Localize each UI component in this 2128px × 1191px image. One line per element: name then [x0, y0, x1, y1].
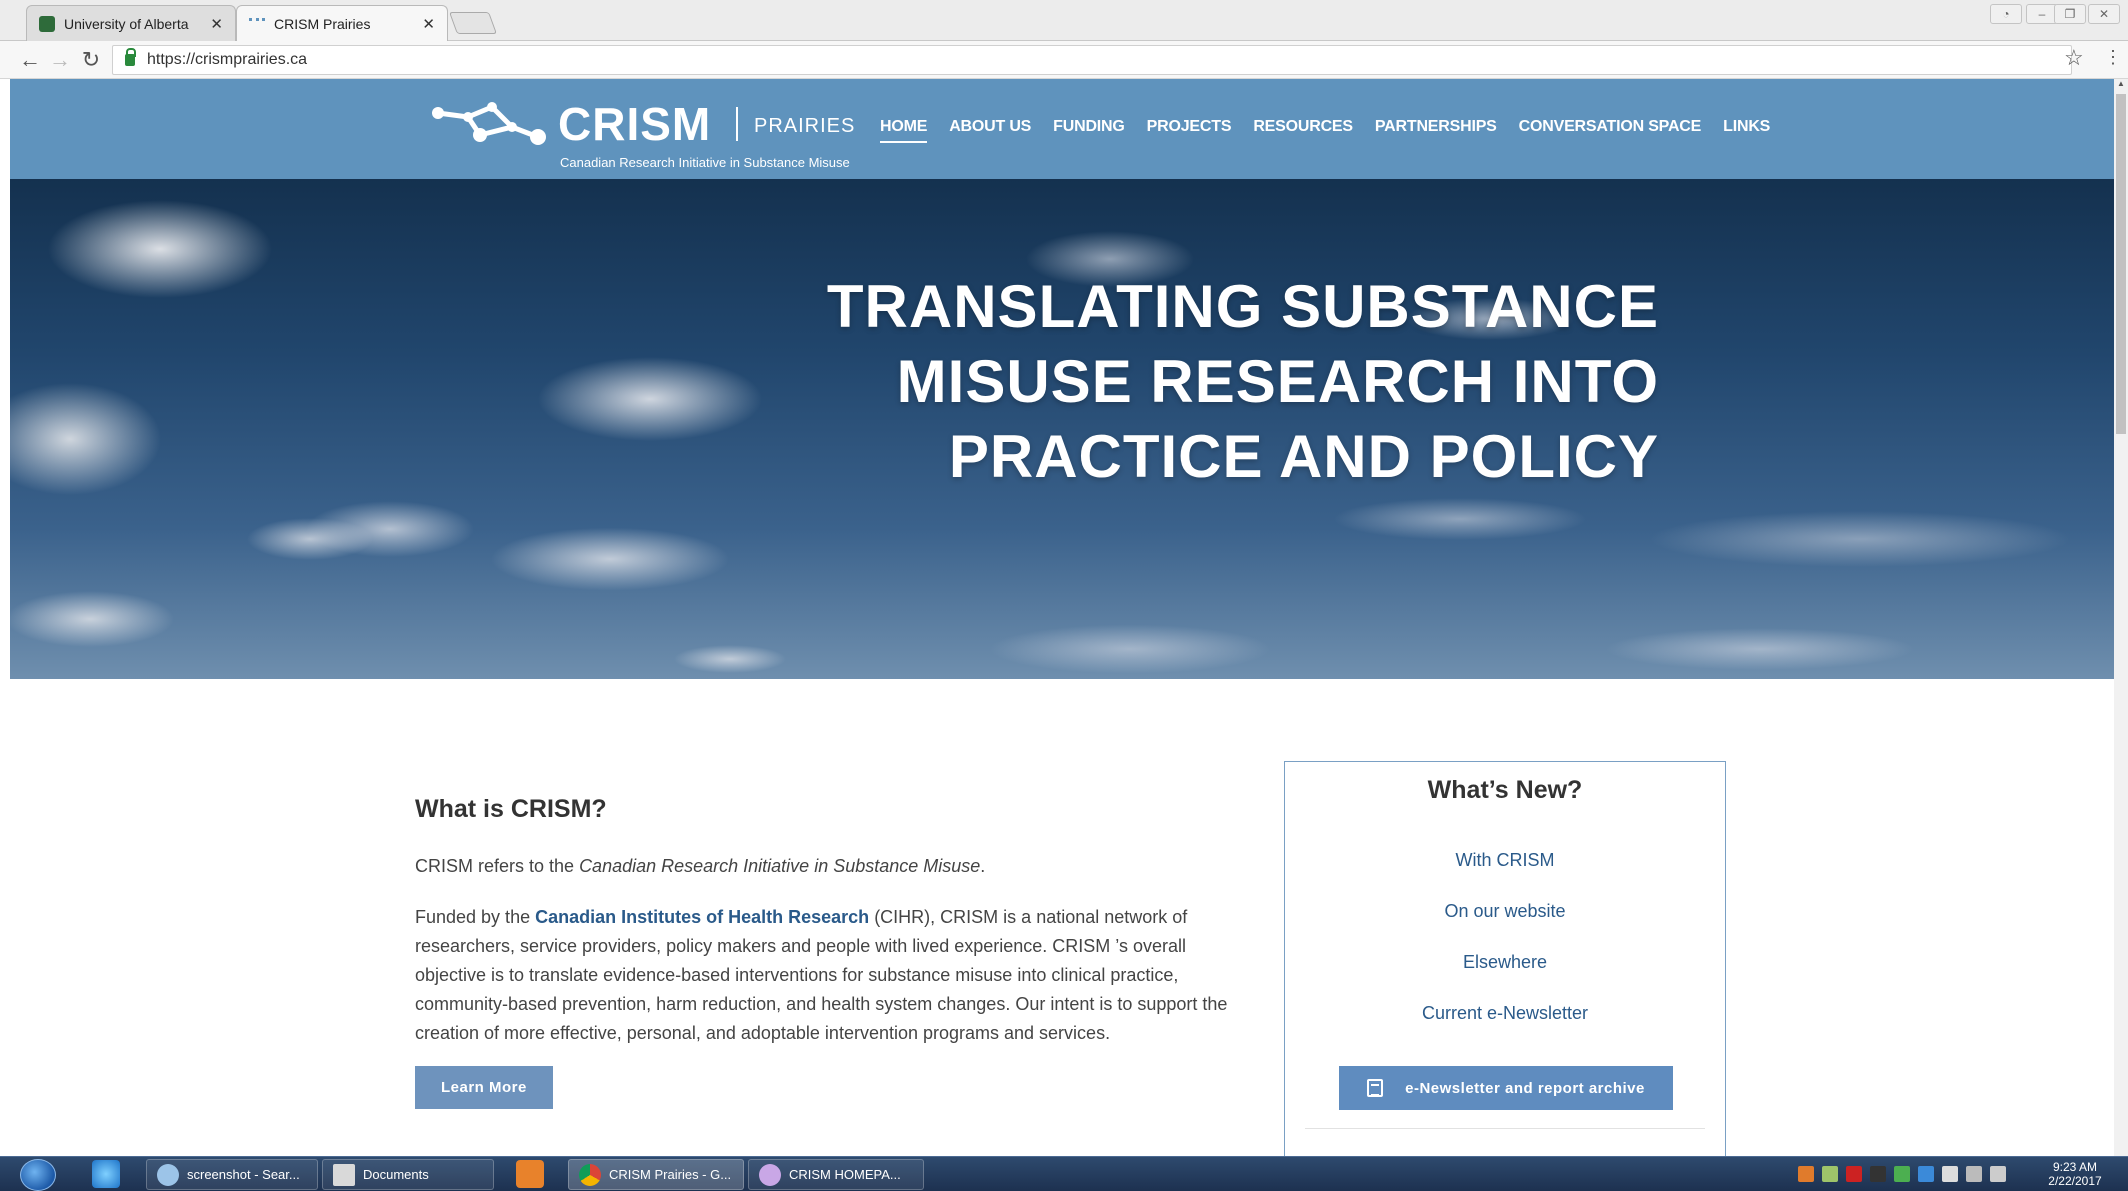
clock-time: 9:23 AM — [2052, 1160, 2098, 1174]
browser-tab-bar: University of Alberta ✕ CRISM Prairies ✕… — [0, 0, 2128, 41]
newsletter-archive-button[interactable]: e-Newsletter and report archive — [1339, 1066, 1673, 1110]
tray-app-icon[interactable] — [1798, 1166, 1814, 1182]
whats-new-link-elsewhere[interactable]: Elsewhere — [1285, 952, 1725, 973]
forward-arrow-icon[interactable]: → — [46, 46, 74, 74]
about-body: Funded by the Canadian Institutes of Hea… — [415, 903, 1245, 1048]
hero-line-3: PRACTICE AND POLICY — [948, 423, 1659, 490]
taskbar-item-search[interactable]: screenshot - Sear... — [146, 1159, 318, 1190]
about-heading: What is CRISM? — [415, 795, 607, 823]
whats-new-link-website[interactable]: On our website — [1285, 901, 1725, 922]
user-profile-icon[interactable]: ◔ — [1990, 4, 2022, 24]
logo-wordmark: CRISM — [558, 98, 712, 150]
tab-university-of-alberta[interactable]: University of Alberta ✕ — [26, 5, 236, 41]
logo-divider — [736, 107, 738, 141]
intro-italic: Canadian Research Initiative in Substanc… — [579, 856, 981, 876]
archive-label: e-Newsletter and report archive — [1405, 1079, 1645, 1097]
lock-icon — [125, 48, 136, 66]
logo-region: PRAIRIES — [754, 115, 856, 137]
molecule-logo-icon — [432, 102, 546, 145]
clock-date: 2/22/2017 — [2048, 1174, 2102, 1188]
nav-home[interactable]: HOME — [880, 118, 927, 143]
start-button[interactable] — [20, 1159, 56, 1191]
nav-conversation-space[interactable]: CONVERSATION SPACE — [1519, 118, 1702, 143]
tab-title: University of Alberta — [64, 15, 189, 32]
folder-icon — [333, 1163, 355, 1186]
media-player-icon[interactable] — [516, 1160, 544, 1188]
tab-title: CRISM Prairies — [274, 15, 371, 32]
nav-about-us[interactable]: ABOUT US — [949, 118, 1031, 143]
close-tab-icon[interactable]: ✕ — [422, 15, 435, 33]
site-header: CRISM PRAIRIES Canadian Research Initiat… — [10, 79, 2114, 179]
back-arrow-icon[interactable]: ← — [16, 46, 44, 74]
paint-icon — [759, 1163, 781, 1186]
taskbar-item-documents[interactable]: Documents — [322, 1159, 494, 1190]
university-shield-icon — [39, 15, 55, 32]
search-icon — [157, 1163, 179, 1186]
whats-new-panel: What’s New? With CRISM On our website El… — [1284, 761, 1726, 1156]
taskbar-item-paint[interactable]: CRISM HOMEPA... — [748, 1159, 924, 1190]
cihr-link[interactable]: Canadian Institutes of Health Research — [535, 907, 869, 927]
about-intro: CRISM refers to the Canadian Research In… — [415, 852, 1245, 881]
menu-kebab-icon[interactable]: ⋮ — [2104, 47, 2122, 68]
divider — [1305, 1128, 1705, 1129]
nav-links[interactable]: LINKS — [1723, 118, 1770, 143]
hero-line-2: MISUSE RESEARCH INTO — [896, 348, 1659, 415]
tray-acrobat-icon[interactable] — [1846, 1166, 1862, 1182]
crism-favicon-icon — [249, 17, 265, 34]
close-tab-icon[interactable]: ✕ — [210, 15, 223, 33]
body-text: (CIHR), CRISM is a national network of r… — [415, 907, 1228, 1043]
hero-title: TRANSLATING SUBSTANCE MISUSE RESEARCH IN… — [827, 269, 1659, 494]
whats-new-title: What’s New? — [1427, 776, 1583, 804]
whats-new-link-with-crism[interactable]: With CRISM — [1285, 850, 1725, 871]
whats-new-link-newsletter[interactable]: Current e-Newsletter — [1285, 1003, 1725, 1024]
hero-line-1: TRANSLATING SUBSTANCE — [826, 273, 1659, 340]
taskbar-item-chrome[interactable]: CRISM Prairies - G... — [568, 1159, 744, 1190]
internet-explorer-icon[interactable] — [92, 1160, 120, 1188]
windows-taskbar: screenshot - Sear... Documents CRISM Pra… — [0, 1156, 2128, 1191]
tray-app-icon[interactable] — [1822, 1166, 1838, 1182]
system-clock[interactable]: 9:23 AM 2/22/2017 — [2030, 1160, 2120, 1188]
new-tab-button[interactable] — [448, 12, 498, 34]
url-text: https://crismprairies.ca — [147, 51, 308, 68]
intro-suffix: . — [980, 856, 986, 876]
task-label: Documents — [363, 1167, 429, 1182]
nav-partnerships[interactable]: PARTNERSHIPS — [1375, 118, 1497, 143]
about-section: What is CRISM? CRISM refers to the Canad… — [415, 795, 1245, 1109]
nav-funding[interactable]: FUNDING — [1053, 118, 1125, 143]
speaker-icon[interactable] — [1990, 1166, 2006, 1182]
restore-button[interactable]: ❐ — [2054, 4, 2086, 24]
main-navigation: HOME ABOUT US FUNDING PROJECTS RESOURCES… — [880, 118, 1770, 143]
browser-toolbar: ← → ↻ https://crismprairies.ca ☆ ⋮ — [0, 41, 2128, 79]
tray-security-icon[interactable] — [1894, 1166, 1910, 1182]
task-label: CRISM Prairies - G... — [609, 1167, 732, 1182]
address-bar[interactable]: https://crismprairies.ca — [112, 45, 2072, 75]
tray-user-icon[interactable] — [1870, 1166, 1886, 1182]
newspaper-icon — [1367, 1079, 1384, 1097]
flag-icon[interactable] — [1942, 1166, 1958, 1182]
crism-logo[interactable]: CRISM PRAIRIES Canadian Research Initiat… — [430, 89, 890, 170]
monitor-icon[interactable] — [1966, 1166, 1982, 1182]
close-window-button[interactable]: ✕ — [2088, 4, 2120, 24]
scroll-up-icon[interactable]: ▲ — [2114, 79, 2128, 93]
learn-more-button[interactable]: Learn More — [415, 1066, 553, 1109]
logo-tagline: Canadian Research Initiative in Substanc… — [560, 155, 850, 170]
chrome-icon — [579, 1163, 601, 1186]
tray-network-icon[interactable] — [1918, 1166, 1934, 1182]
task-label: CRISM HOMEPA... — [789, 1167, 901, 1182]
task-label: screenshot - Sear... — [187, 1167, 300, 1182]
scrollbar-thumb[interactable] — [2116, 94, 2126, 434]
bookmark-star-icon[interactable]: ☆ — [2064, 45, 2084, 71]
body-prefix: Funded by the — [415, 907, 536, 927]
nav-projects[interactable]: PROJECTS — [1147, 118, 1232, 143]
reload-icon[interactable]: ↻ — [77, 46, 105, 74]
tab-crism-prairies[interactable]: CRISM Prairies ✕ — [236, 5, 448, 41]
nav-resources[interactable]: RESOURCES — [1253, 118, 1353, 143]
hero-banner: TRANSLATING SUBSTANCE MISUSE RESEARCH IN… — [10, 179, 2114, 679]
intro-text: CRISM refers to the — [415, 856, 580, 876]
